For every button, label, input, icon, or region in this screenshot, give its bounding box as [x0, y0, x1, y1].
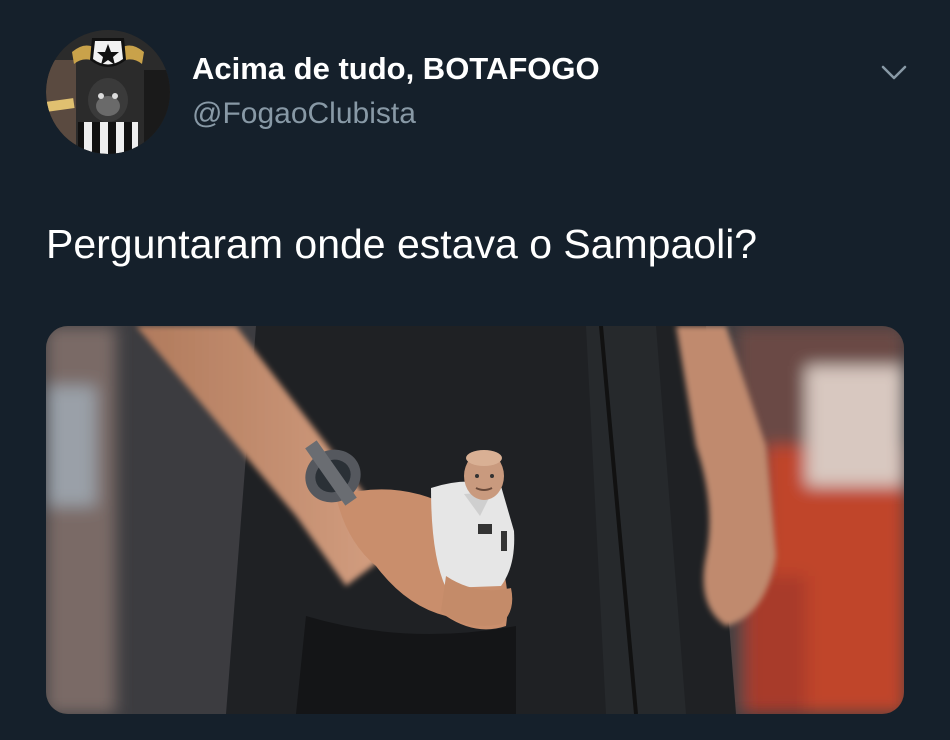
photo-icon [46, 326, 904, 714]
avatar[interactable] [46, 30, 170, 154]
chevron-down-icon[interactable] [878, 56, 910, 88]
author-names: Acima de tudo, BOTAFOGO @FogaoClubista [192, 50, 600, 134]
tweet-media-image[interactable] [46, 326, 904, 714]
tweet-header: Acima de tudo, BOTAFOGO @FogaoClubista [46, 30, 916, 156]
display-name[interactable]: Acima de tudo, BOTAFOGO [192, 50, 600, 88]
tweet-card[interactable]: Acima de tudo, BOTAFOGO @FogaoClubista P… [0, 0, 950, 740]
user-handle[interactable]: @FogaoClubista [192, 94, 600, 134]
avatar-botafogo-crest-icon [46, 30, 170, 154]
tweet-text: Perguntaram onde estava o Sampaoli? [46, 221, 758, 267]
